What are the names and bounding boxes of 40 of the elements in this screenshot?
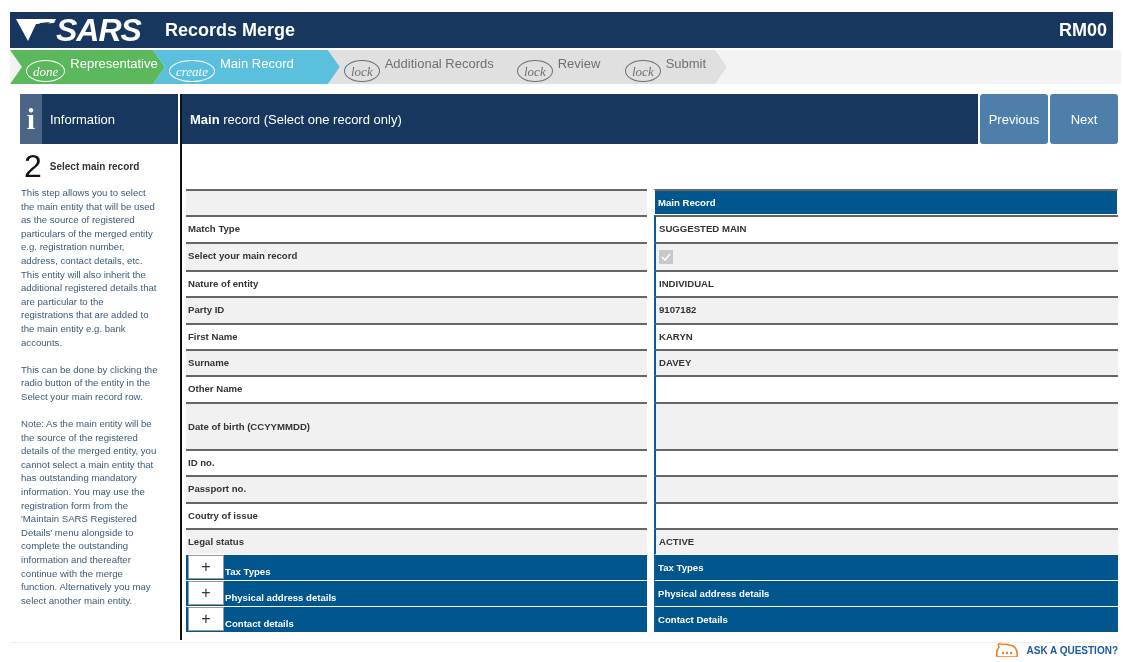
row-label: Party ID [186, 296, 647, 323]
section-title: Contact details [225, 618, 294, 632]
row-label: Select your main record [186, 241, 647, 270]
row-label: Date of birth (CCYYMMDD) [186, 401, 647, 449]
info-icon: i [20, 94, 42, 144]
info-paragraph: This can be done by clicking the radio button of the entity in the Select your main record row. [21, 362, 158, 404]
panel-title: Main record (Select one record only) [190, 111, 402, 127]
row-value: SUGGESTED MAIN [654, 215, 1118, 242]
row-label: Passport no. [186, 475, 647, 502]
row-value: DAVEY [654, 348, 1118, 376]
next-button[interactable]: Next [1050, 94, 1118, 144]
ask-question-link[interactable]: ASK A QUESTION? [1026, 644, 1118, 656]
expand-button[interactable]: + [188, 607, 224, 632]
info-paragraph: This step allows you to select the main entity that will be used as the source of registered particulars of the merged entity e.g. registration number, address, contact details, etc. This entity will also inherit the additional registered details that are particular to the registrations that are added to the main entity e.g. bank accounts. [21, 186, 158, 350]
section-title: Tax Types [225, 566, 271, 580]
sars-logo: SARS [16, 12, 141, 48]
chat-icon [994, 643, 1019, 657]
row-value: KARYN [654, 322, 1118, 349]
page-code: RM00 [1059, 19, 1107, 41]
expand-button[interactable]: + [188, 581, 224, 606]
row-value: 9107182 [654, 296, 1118, 323]
step-number: 2 [24, 150, 42, 182]
checkbox[interactable] [659, 249, 673, 264]
section-header: Contact Details [654, 606, 1118, 633]
previous-button[interactable]: Previous [980, 94, 1048, 144]
info-paragraph: Note: As the main entity will be the source of the registered details of the merged entity, you cannot select a main entity that has outstanding mandatory information. You may use the registration form from the 'Maintain SARS Registered Details' menu alongside to complete the outstanding information and thereafter continue with the merge function. Alternatively you may select another main entity. [21, 417, 158, 608]
page-title: Records Merge [164, 19, 296, 41]
column-header: Main Record [654, 189, 1118, 216]
chevron-icon [16, 17, 56, 43]
row-label: Surname [186, 348, 647, 376]
section-header: Tax Types [654, 554, 1118, 581]
step-title: Select main record [49, 160, 140, 172]
row-value: ACTIVE [654, 527, 1118, 555]
section-title: Physical address details [225, 592, 337, 606]
info-title: Information [50, 111, 116, 127]
row-label: Legal status [186, 527, 647, 555]
step-tab[interactable]: done Representative [10, 50, 165, 84]
section-header: Physical address details [654, 580, 1118, 607]
expand-button[interactable]: + [188, 555, 224, 580]
row-value: INDIVIDUAL [654, 269, 1118, 297]
